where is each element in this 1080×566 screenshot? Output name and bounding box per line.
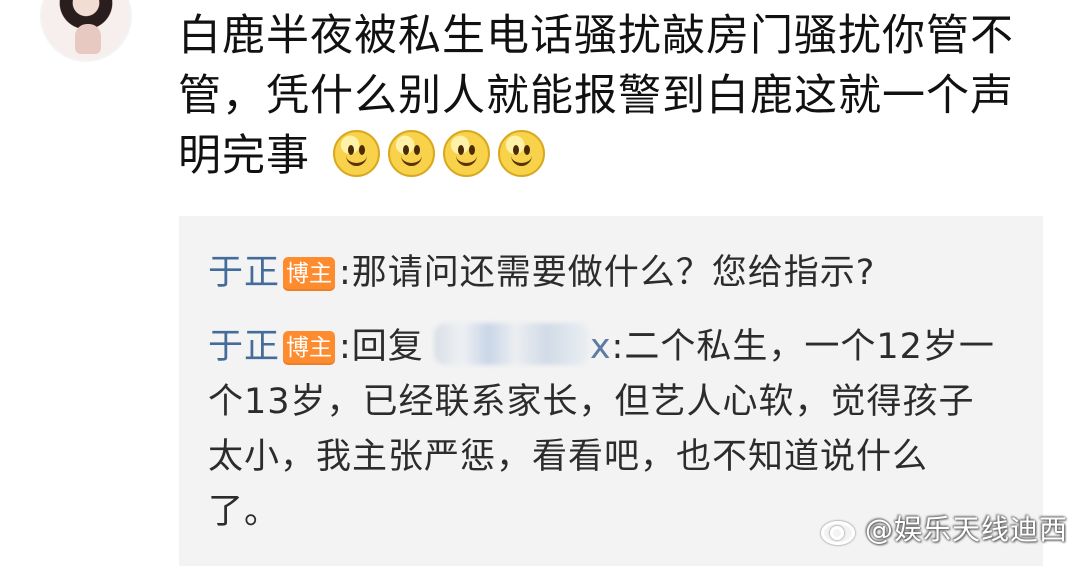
comment-content: 白鹿半夜被私生电话骚扰敲房门骚扰你管不管，凭什么别人就能报警到白鹿这就一个声明完… xyxy=(178,6,1048,186)
blogger-badge: 博主 xyxy=(283,331,336,365)
comment-text: 白鹿半夜被私生电话骚扰敲房门骚扰你管不管，凭什么别人就能报警到白鹿这就一个声明完… xyxy=(178,11,1014,181)
smiley-icon xyxy=(387,130,435,177)
reply-item: 于正 博主:那请问还需要做什么？您给指示? xyxy=(208,246,1008,301)
smiley-icon xyxy=(442,130,490,177)
smiley-icon xyxy=(497,130,545,177)
avatar[interactable] xyxy=(40,0,132,62)
watermark-text: @娱乐天线迪西 xyxy=(864,513,1068,546)
reply-username[interactable]: 于正 xyxy=(208,327,280,367)
reply-text: :那请问还需要做什么？您给指示? xyxy=(339,253,876,293)
reply-username[interactable]: 于正 xyxy=(208,253,280,293)
reply-item: 于正 博主:回复 x:二个私生，一个12岁一个13岁，已经联系家长，但艺人心软，觉得… xyxy=(208,320,1008,540)
reply-body: 于正 博主:回复 x:二个私生，一个12岁一个13岁，已经联系家长，但艺人心软，觉得… xyxy=(208,320,998,540)
blogger-badge: 博主 xyxy=(283,257,336,291)
blurred-username xyxy=(433,323,590,365)
emoji-group xyxy=(332,130,545,177)
watermark: @娱乐天线迪西 xyxy=(817,508,1068,548)
weibo-icon xyxy=(817,513,857,545)
blurred-username-suffix: x xyxy=(589,327,612,367)
reply-prefix: :回复 xyxy=(339,327,424,367)
smiley-icon xyxy=(332,130,380,177)
